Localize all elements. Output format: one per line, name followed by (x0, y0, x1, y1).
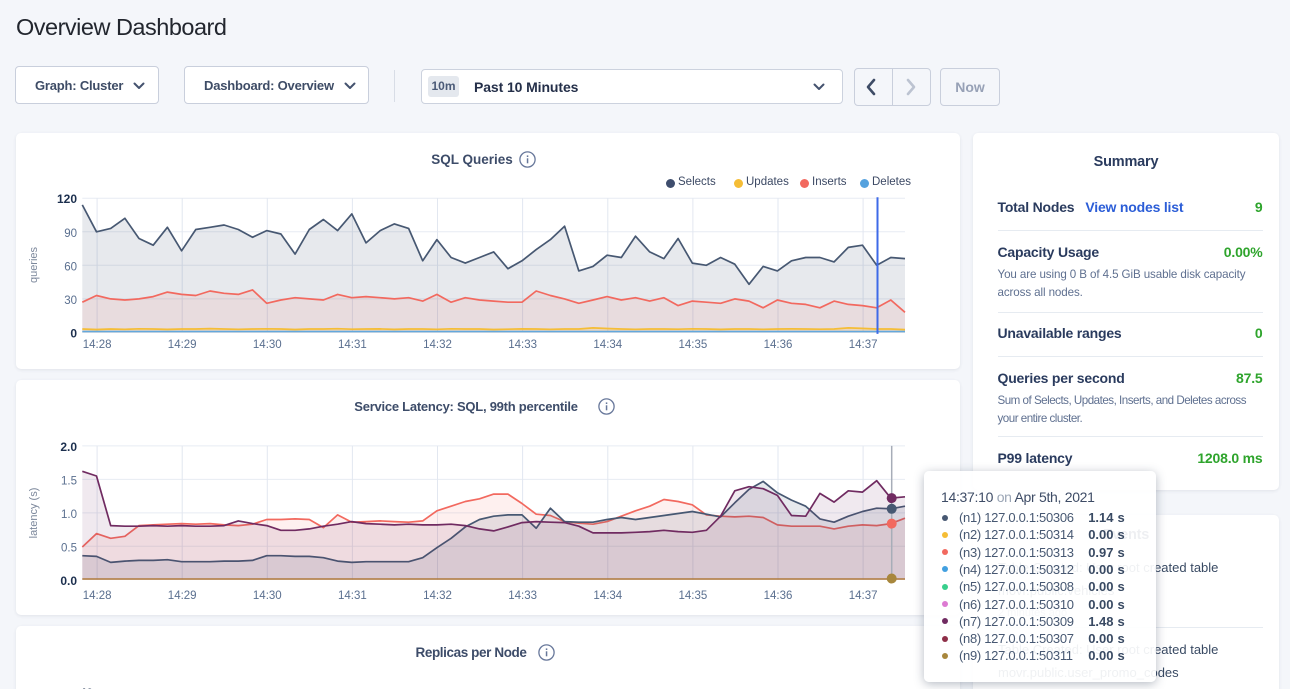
svg-text:0: 0 (70, 326, 77, 340)
svg-text:14:35: 14:35 (679, 590, 708, 602)
svg-text:14:35: 14:35 (679, 339, 708, 351)
svg-text:14:36: 14:36 (764, 590, 793, 602)
svg-text:0.5: 0.5 (61, 542, 77, 554)
svg-text:14:34: 14:34 (593, 339, 622, 351)
svg-text:14:34: 14:34 (593, 590, 622, 602)
svg-text:14:29: 14:29 (168, 590, 197, 602)
svg-text:14:33: 14:33 (508, 590, 537, 602)
svg-text:14:28: 14:28 (83, 339, 112, 351)
svg-text:14:28: 14:28 (83, 590, 112, 602)
svg-text:30: 30 (64, 295, 77, 307)
svg-text:queries: queries (28, 246, 40, 283)
svg-text:1.0: 1.0 (61, 509, 77, 521)
svg-text:14:32: 14:32 (423, 590, 452, 602)
svg-text:14:29: 14:29 (168, 339, 197, 351)
svg-text:14:33: 14:33 (508, 339, 537, 351)
svg-text:0.0: 0.0 (60, 574, 77, 588)
svg-text:latency (s): latency (s) (28, 488, 40, 539)
svg-text:90: 90 (64, 228, 77, 240)
svg-text:14:30: 14:30 (253, 339, 282, 351)
svg-text:14:32: 14:32 (423, 339, 452, 351)
svg-text:14:31: 14:31 (338, 339, 367, 351)
svg-text:14:31: 14:31 (338, 590, 367, 602)
svg-text:14:37: 14:37 (849, 339, 878, 351)
svg-text:120: 120 (57, 192, 77, 206)
svg-text:14:37: 14:37 (849, 590, 878, 602)
svg-text:14:36: 14:36 (764, 339, 793, 351)
svg-text:2.0: 2.0 (60, 440, 77, 454)
svg-text:14:30: 14:30 (253, 590, 282, 602)
svg-text:60: 60 (64, 261, 77, 273)
svg-text:1.5: 1.5 (61, 475, 77, 487)
